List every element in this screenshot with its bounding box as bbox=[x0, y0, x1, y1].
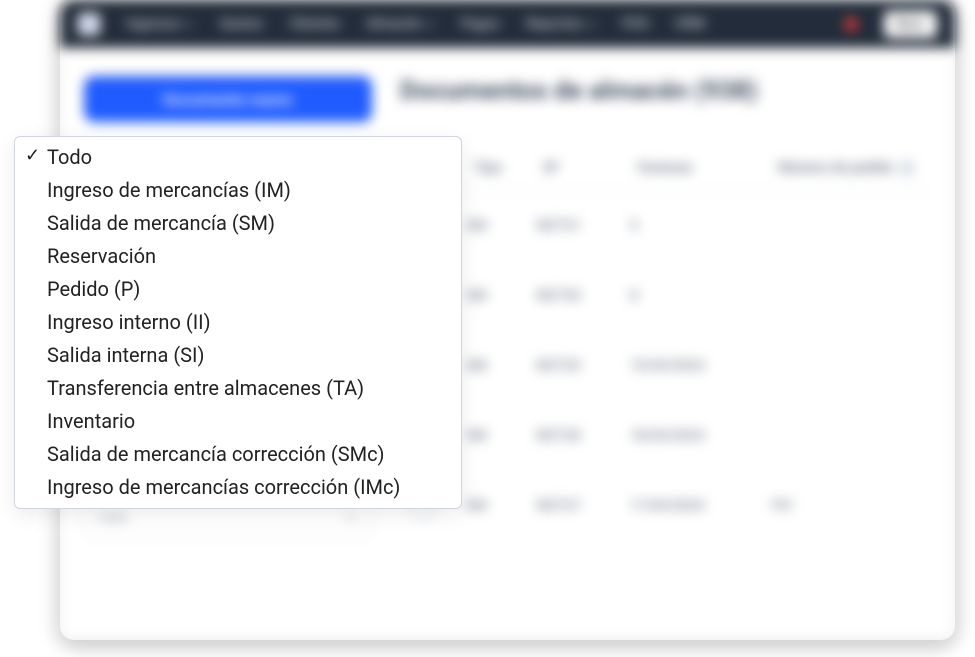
cell-fact: 8 bbox=[630, 288, 740, 304]
col-numero[interactable]: Nº bbox=[544, 160, 608, 176]
nav-crm[interactable]: CRM bbox=[675, 16, 705, 32]
cell-tipo: SM bbox=[466, 218, 506, 234]
dropdown-item-ii[interactable]: Ingreso interno (II) bbox=[15, 306, 461, 339]
cell-tipo: SM bbox=[466, 288, 506, 304]
chevron-down-icon bbox=[345, 512, 357, 524]
main-panel: Documentos de almacén (938) Tipo Nº Fact… bbox=[400, 76, 931, 541]
filter-value: todo bbox=[99, 510, 127, 526]
dropdown-item-todo[interactable]: Todo bbox=[15, 141, 461, 174]
cell-num: WZ727 bbox=[536, 498, 600, 514]
search-button[interactable]: Busc bbox=[884, 11, 937, 38]
notification-dot-icon[interactable] bbox=[844, 17, 858, 31]
table-row[interactable]: SM WZ729 19/04/2024 bbox=[400, 331, 931, 401]
chevron-down-icon bbox=[587, 20, 596, 29]
nav-clientes[interactable]: Clientes bbox=[289, 16, 340, 32]
cell-pedido: 791 bbox=[770, 498, 921, 514]
cell-fact: 9 bbox=[630, 218, 740, 234]
nav-label: Ingresos bbox=[126, 16, 180, 32]
nav-label: CRM bbox=[675, 16, 705, 32]
cell-fact: 19/04/2024 bbox=[630, 358, 740, 374]
cell-tipo: SM bbox=[466, 498, 506, 514]
topbar: F Ingresos Gastos Clientes Almacén Pagos… bbox=[60, 0, 955, 48]
dropdown-item-imc[interactable]: Ingreso de mercancías corrección (IMc) bbox=[15, 471, 461, 504]
cell-tipo: SM bbox=[466, 358, 506, 374]
nav-label: Clientes bbox=[289, 16, 340, 32]
col-numero-pedido[interactable]: Número de pedido bbox=[778, 160, 921, 176]
nav-label: Gastos bbox=[219, 16, 263, 32]
table-row[interactable]: SM WZ730 8 bbox=[400, 261, 931, 331]
dropdown-item-sm[interactable]: Salida de mercancía (SM) bbox=[15, 207, 461, 240]
col-label: Número de pedido bbox=[778, 160, 893, 176]
col-facturas[interactable]: Facturas bbox=[638, 160, 748, 176]
chevron-down-icon bbox=[184, 20, 193, 29]
dropdown-item-si[interactable]: Salida interna (SI) bbox=[15, 339, 461, 372]
dropdown-item-ta[interactable]: Transferencia entre almacenes (TA) bbox=[15, 372, 461, 405]
dropdown-item-reservacion[interactable]: Reservación bbox=[15, 240, 461, 273]
nav-pos[interactable]: POS bbox=[622, 16, 649, 32]
cell-tipo: SM bbox=[466, 428, 506, 444]
nav-label: Pagos bbox=[460, 16, 500, 32]
nav-almacen[interactable]: Almacén bbox=[366, 16, 434, 32]
chevron-down-icon bbox=[425, 20, 434, 29]
info-icon[interactable] bbox=[899, 160, 915, 176]
dropdown-item-inventario[interactable]: Inventario bbox=[15, 405, 461, 438]
nav-ingresos[interactable]: Ingresos bbox=[126, 16, 193, 32]
table-row[interactable]: SM WZ731 9 bbox=[400, 191, 931, 261]
table-row[interactable]: SM WZ727 17/04/2024 791 bbox=[400, 471, 931, 541]
new-document-button[interactable]: Documento nuevo bbox=[84, 76, 372, 122]
cell-num: WZ728 bbox=[536, 428, 600, 444]
nav-label: Almacén bbox=[366, 16, 421, 32]
table-row[interactable]: SM WZ728 18/04/2024 bbox=[400, 401, 931, 471]
nav-pagos[interactable]: Pagos bbox=[460, 16, 500, 32]
page-title: Documentos de almacén (938) bbox=[400, 76, 931, 106]
col-tipo[interactable]: Tipo bbox=[474, 160, 514, 176]
cell-fact: 18/04/2024 bbox=[630, 428, 740, 444]
table-header: Tipo Nº Facturas Número de pedido bbox=[400, 146, 931, 191]
nav-label: POS bbox=[622, 16, 649, 32]
cell-num: WZ731 bbox=[536, 218, 600, 234]
nav-reportes[interactable]: Reportes bbox=[526, 16, 596, 32]
cell-fact: 17/04/2024 bbox=[630, 498, 740, 514]
dropdown-item-im[interactable]: Ingreso de mercancías (IM) bbox=[15, 174, 461, 207]
cell-num: WZ730 bbox=[536, 288, 600, 304]
document-type-dropdown[interactable]: Todo Ingreso de mercancías (IM) Salida d… bbox=[14, 136, 462, 509]
nav-label: Reportes bbox=[526, 16, 583, 32]
nav-gastos[interactable]: Gastos bbox=[219, 16, 263, 32]
dropdown-item-pedido[interactable]: Pedido (P) bbox=[15, 273, 461, 306]
dropdown-item-smc[interactable]: Salida de mercancía corrección (SMc) bbox=[15, 438, 461, 471]
cell-num: WZ729 bbox=[536, 358, 600, 374]
app-logo-icon[interactable]: F bbox=[78, 13, 100, 35]
